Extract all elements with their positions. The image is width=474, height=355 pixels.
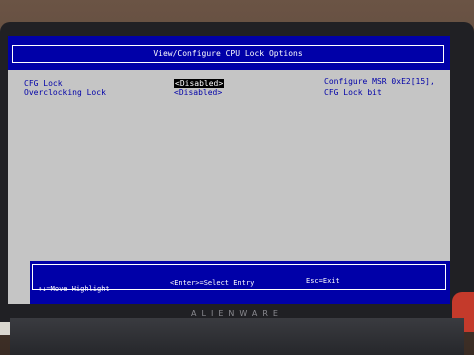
settings-panel: CFG Lock <Disabled> Overclocking Lock <D… bbox=[14, 76, 444, 256]
brand-logo: ALIENWARE bbox=[191, 309, 283, 318]
setting-label-overclocking-lock: Overclocking Lock bbox=[24, 88, 106, 97]
page-title: View/Configure CPU Lock Options bbox=[12, 45, 444, 63]
key-hint-exit: Esc=Exit bbox=[306, 277, 340, 285]
setting-value-cfg-lock[interactable]: <Disabled> bbox=[174, 79, 225, 88]
key-hint-select: <Enter>=Select Entry bbox=[170, 279, 255, 287]
setting-label-cfg-lock: CFG Lock bbox=[24, 79, 63, 88]
setting-value-overclocking-lock[interactable]: <Disabled> bbox=[174, 88, 222, 97]
title-bar: View/Configure CPU Lock Options bbox=[8, 36, 450, 70]
laptop-base bbox=[10, 318, 464, 355]
key-hint-move: ↑↓=Move Highlight bbox=[38, 285, 110, 293]
help-text: Configure MSR 0xE2[15], CFG Lock bit bbox=[324, 77, 435, 97]
footer-bar: ↑↓=Move Highlight <Enter>=Select Entry E… bbox=[30, 261, 450, 304]
bios-screen: View/Configure CPU Lock Options CFG Lock… bbox=[8, 36, 450, 304]
